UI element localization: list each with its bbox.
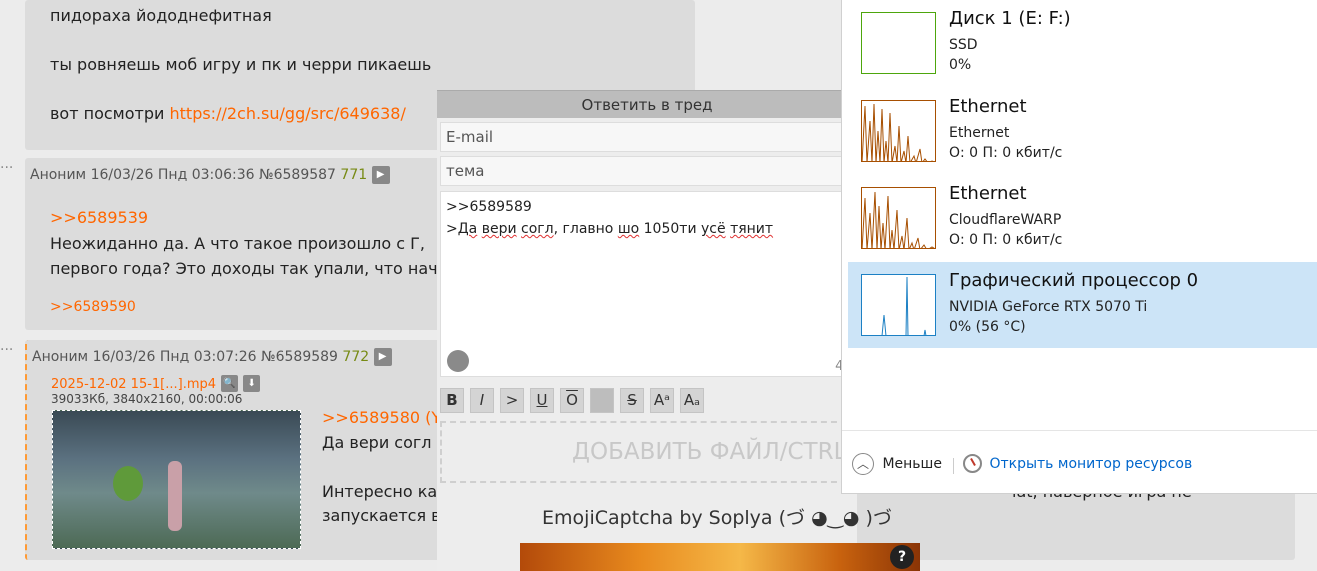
footer-separator xyxy=(953,458,954,474)
misspelled-word: тянит xyxy=(730,221,774,237)
tm-item-ethernet-warp[interactable]: Ethernet CloudflareWARP О: 0 П: 0 кбит/с xyxy=(848,175,1317,261)
superscript-button[interactable]: Aᵃ xyxy=(650,388,674,413)
post-menu-dots[interactable]: ··· xyxy=(0,160,13,176)
play-icon[interactable]: ▶ xyxy=(373,348,392,366)
post-menu-dots[interactable]: ··· xyxy=(0,342,13,358)
tm-item-type: Ethernet xyxy=(949,125,1010,141)
tm-item-value: 0% xyxy=(949,57,972,73)
message-fragment: > xyxy=(446,221,458,237)
underline-button[interactable]: U xyxy=(530,388,554,413)
task-manager-panel: Диск 1 (E: F:) SSD 0% Ethernet Ethernet … xyxy=(841,0,1317,494)
captcha-title: EmojiCaptcha by Soplya (づ ◕‿◕ )づ xyxy=(542,507,892,529)
post-count: 771 xyxy=(340,167,368,183)
post-text-line: ты ровняешь моб игру и пк и черри пикаеш… xyxy=(50,55,432,74)
reply-form-title[interactable]: Ответить в тред xyxy=(437,90,857,118)
thumbnail-plant xyxy=(113,466,143,501)
reply-form: Ответить в тред E-mail тема >>6589589 >Д… xyxy=(437,90,920,571)
post-text-line: запускается в xyxy=(322,506,441,525)
file-info: 39033Кб, 3840x2160, 00:00:06 xyxy=(51,392,243,406)
search-icon[interactable]: 🔍 xyxy=(221,375,239,392)
play-icon[interactable]: ▶ xyxy=(371,166,390,184)
sticker-icon[interactable] xyxy=(447,350,469,372)
ethernet-graph xyxy=(861,187,936,249)
misspelled-word: согл xyxy=(521,221,554,237)
tm-item-name: Ethernet xyxy=(949,96,1027,117)
bold-button[interactable]: B xyxy=(440,388,464,413)
tm-item-type: SSD xyxy=(949,37,978,53)
post-date: 16/03/26 Пнд 03:06:36 xyxy=(90,167,255,183)
italic-button[interactable]: I xyxy=(470,388,494,413)
tm-item-name: Графический процессор 0 xyxy=(949,270,1199,291)
post-author: Аноним xyxy=(32,349,89,365)
post-text-line: пидораха йододнефитная xyxy=(50,6,272,25)
misspelled-word: Да xyxy=(457,221,478,237)
post-text-line: Да вери согл xyxy=(322,433,432,452)
download-icon[interactable]: ⬇ xyxy=(243,375,261,392)
chevron-up-icon: ︿ xyxy=(852,453,874,475)
post-text-line: вот посмотри https://2ch.su/gg/src/64963… xyxy=(50,102,406,126)
external-link[interactable]: https://2ch.su/gg/src/649638/ xyxy=(170,104,406,123)
panel-divider xyxy=(842,430,1317,431)
captcha-image[interactable]: ? xyxy=(520,543,920,571)
post-header: Аноним 16/03/26 Пнд 03:07:26 №6589589 77… xyxy=(32,348,392,366)
file-name-link[interactable]: 2025-12-02 15-1[...].mp4 xyxy=(51,377,216,392)
tm-item-disk[interactable]: Диск 1 (E: F:) SSD 0% xyxy=(848,0,1317,86)
message-textarea[interactable]: >>6589589 >Да вери согл, главно шо 1050т… xyxy=(440,191,857,377)
post-number[interactable]: №6589587 xyxy=(259,167,336,183)
misspelled-word: вери xyxy=(481,221,517,237)
help-icon[interactable]: ? xyxy=(890,545,914,569)
tm-item-type: CloudflareWARP xyxy=(949,212,1062,228)
overline-button[interactable]: O xyxy=(560,388,584,413)
reply-link[interactable]: >>6589539 xyxy=(50,206,148,230)
post-date: 16/03/26 Пнд 03:07:26 xyxy=(92,349,257,365)
misspelled-word: усё xyxy=(701,221,726,237)
email-field[interactable]: E-mail xyxy=(440,122,857,152)
post-author: Аноним xyxy=(30,167,87,183)
tm-item-value: О: 0 П: 0 кбит/с xyxy=(949,145,1063,161)
post-number[interactable]: №6589589 xyxy=(261,349,338,365)
post-6589587: Аноним 16/03/26 Пнд 03:06:36 №6589587 77… xyxy=(25,158,440,330)
misspelled-word: шо xyxy=(617,221,640,237)
thumbnail-figure xyxy=(168,461,182,531)
post-text-line: первого года? Это доходы так упали, что … xyxy=(50,259,438,278)
message-line: >>6589589 xyxy=(446,199,532,215)
video-thumbnail[interactable] xyxy=(52,410,301,549)
tm-item-value: О: 0 П: 0 кбит/с xyxy=(949,232,1063,248)
resource-monitor-label: Открыть монитор ресурсов xyxy=(989,455,1193,472)
subject-field[interactable]: тема xyxy=(440,156,857,186)
message-fragment: 1050ти xyxy=(639,221,701,237)
post-text-prefix: вот посмотри xyxy=(50,104,170,123)
file-dropzone[interactable]: ДОБАВИТЬ ФАЙЛ/CTRL xyxy=(440,421,857,483)
message-line: >Да вери согл, главно шо 1050ти усё тяни… xyxy=(446,218,851,240)
tm-item-name: Ethernet xyxy=(949,183,1027,204)
post-text-line: Неожиданно да. А что такое произошло с Г… xyxy=(50,234,425,253)
ethernet-graph xyxy=(861,100,936,162)
spoiler-button[interactable] xyxy=(590,388,614,413)
resource-monitor-icon xyxy=(963,454,982,473)
fewer-details-button[interactable]: ︿ Меньше xyxy=(852,453,942,475)
disk-graph xyxy=(861,12,936,74)
post-count: 772 xyxy=(342,349,370,365)
reply-link[interactable]: >>6589580 (Yo xyxy=(322,406,449,430)
strike-button[interactable]: S xyxy=(620,388,644,413)
tm-item-name: Диск 1 (E: F:) xyxy=(949,8,1071,29)
subscript-button[interactable]: Aₐ xyxy=(680,388,704,413)
post-text-line: Интересно ка xyxy=(322,482,438,501)
tm-footer: ︿ Меньше Открыть монитор ресурсов xyxy=(842,440,1317,490)
gpu-graph xyxy=(861,274,936,336)
tm-item-gpu[interactable]: Графический процессор 0 NVIDIA GeForce R… xyxy=(848,262,1317,348)
message-fragment: , главно xyxy=(553,221,618,237)
tm-item-value: 0% (56 °C) xyxy=(949,319,1026,335)
tm-item-type: NVIDIA GeForce RTX 5070 Ti xyxy=(949,299,1148,315)
backlink[interactable]: >>6589590 xyxy=(50,299,136,315)
fewer-details-label: Меньше xyxy=(882,456,942,472)
quote-button[interactable]: > xyxy=(500,388,524,413)
file-meta: 2025-12-02 15-1[...].mp4 🔍 ⬇ xyxy=(51,373,261,392)
resource-monitor-link[interactable]: Открыть монитор ресурсов xyxy=(963,454,1192,473)
post-header: Аноним 16/03/26 Пнд 03:06:36 №6589587 77… xyxy=(30,166,390,184)
tm-item-ethernet[interactable]: Ethernet Ethernet О: 0 П: 0 кбит/с xyxy=(848,88,1317,174)
